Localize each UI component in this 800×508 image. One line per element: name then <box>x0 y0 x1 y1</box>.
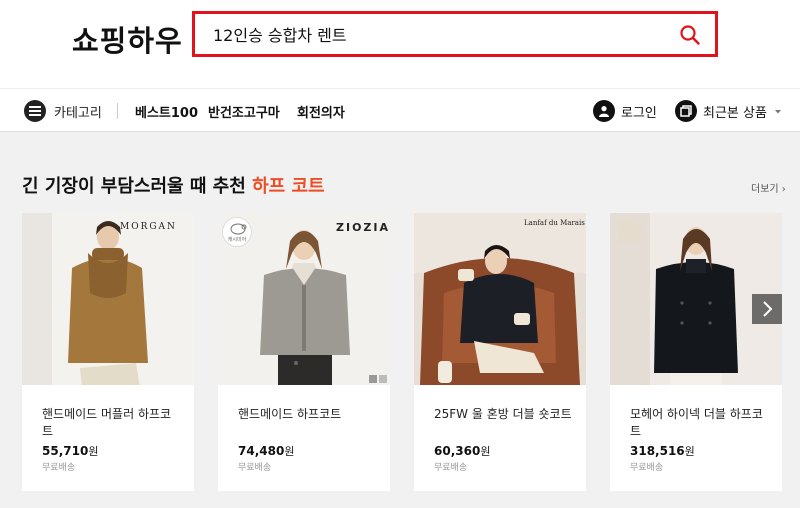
user-icon <box>593 100 615 122</box>
cashmere-badge: 캐시미어 <box>222 217 252 247</box>
category-label: 카테고리 <box>54 105 102 121</box>
nav-link-swivel-chair[interactable]: 회전의자 <box>297 102 345 121</box>
brand-logo: ZIOZIA <box>336 221 390 234</box>
product-card[interactable]: 모헤어 하이넥 더블 하프코트 318,516원 무료배송 <box>610 213 782 491</box>
product-card[interactable]: MORGAN 핸드메이드 머플러 하프코트 55,710원 무료배송 <box>22 213 194 491</box>
product-name: 핸드메이드 하프코트 <box>238 407 342 421</box>
nav-divider <box>117 103 118 119</box>
more-link[interactable]: 더보기 › <box>751 180 786 195</box>
more-label: 더보기 <box>751 184 779 195</box>
product-name: 모헤어 하이넥 더블 하프코트 <box>630 407 763 438</box>
product-price: 74,480원 <box>238 444 295 458</box>
product-image: Lanfaf du Marais <box>414 213 586 385</box>
search-box[interactable] <box>192 11 718 57</box>
section-title-main: 긴 기장이 부담스러울 때 추천 <box>22 176 246 197</box>
product-price: 318,516원 <box>630 444 695 458</box>
color-swatch-gray <box>369 375 377 383</box>
product-image: MORGAN <box>22 213 194 385</box>
brand-logo: Lanfaf du Marais <box>524 219 585 227</box>
recent-items-button[interactable]: 최근본 상품 <box>675 99 783 123</box>
shipping-info: 무료배송 <box>630 463 664 473</box>
nav-link-best100[interactable]: 베스트100 <box>135 102 198 121</box>
recent-items-icon <box>675 100 697 122</box>
search-icon[interactable] <box>679 24 701 46</box>
login-label: 로그인 <box>621 105 657 121</box>
product-price: 55,710원 <box>42 444 99 458</box>
search-input[interactable] <box>213 22 653 46</box>
login-button[interactable]: 로그인 <box>593 99 657 123</box>
shipping-info: 무료배송 <box>434 463 468 473</box>
site-logo[interactable]: 쇼핑하우 <box>72 18 183 60</box>
hamburger-icon <box>24 100 46 122</box>
nav-bar: 카테고리 베스트100 반건조고구마 회전의자 로그인 최근본 상품 <box>0 88 800 132</box>
color-swatch-light <box>379 375 387 383</box>
caret-down-icon <box>774 110 781 114</box>
brand-logo: MORGAN <box>120 222 177 232</box>
recent-items-label: 최근본 상품 <box>703 105 767 121</box>
shipping-info: 무료배송 <box>238 463 272 473</box>
product-image: 캐시미어 ZIOZIA <box>218 213 390 385</box>
section-title: 긴 기장이 부담스러울 때 추천 하프 코트 <box>22 172 325 198</box>
product-card[interactable]: Lanfaf du Marais 25FW 울 혼방 더블 숏코트 60,360… <box>414 213 586 491</box>
category-menu-button[interactable]: 카테고리 <box>24 99 102 123</box>
product-card[interactable]: 캐시미어 ZIOZIA 핸드메이드 하프코트 74,480원 무료배송 <box>218 213 390 491</box>
header: 쇼핑하우 <box>0 0 800 88</box>
chevron-right-icon: › <box>778 184 786 195</box>
shipping-info: 무료배송 <box>42 463 76 473</box>
carousel-next-button[interactable] <box>752 294 782 324</box>
nav-link-sweet-potato[interactable]: 반건조고구마 <box>208 102 280 121</box>
chevron-right-icon <box>763 301 773 317</box>
product-price: 60,360원 <box>434 444 491 458</box>
product-name: 25FW 울 혼방 더블 숏코트 <box>434 407 572 421</box>
section-title-accent: 하프 코트 <box>252 176 325 197</box>
product-name: 핸드메이드 머플러 하프코트 <box>42 407 172 438</box>
